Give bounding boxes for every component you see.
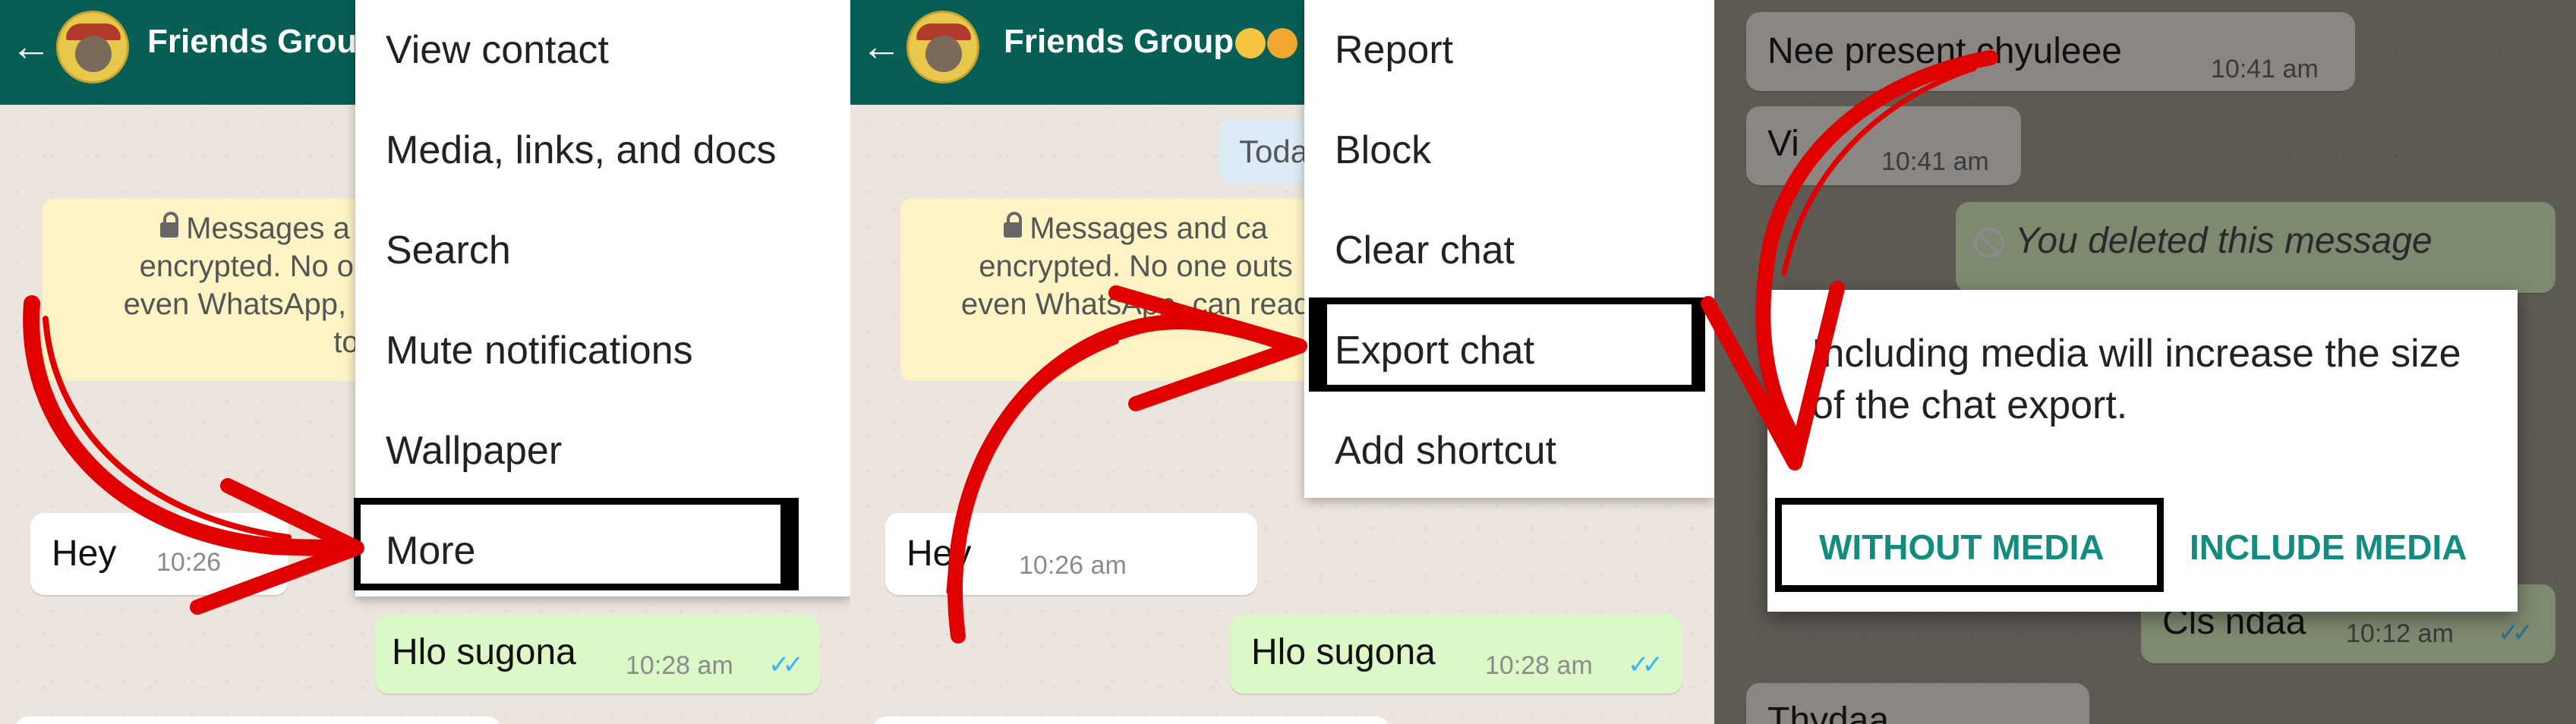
back-arrow-icon[interactable]: ←: [861, 26, 902, 67]
message-time: 10:26 am: [1019, 551, 1127, 580]
smiling-face-emoji-icon: [1235, 28, 1266, 59]
message-time: 10:12 am: [2346, 619, 2454, 648]
back-arrow-icon[interactable]: ←: [11, 26, 52, 67]
menu-item-view-contact[interactable]: View contact: [355, 0, 850, 100]
message-text: Hlo sugona: [1251, 632, 1436, 672]
menu-item-mute-notifications[interactable]: Mute notifications: [355, 301, 850, 401]
double-check-icon: ✓✓: [768, 650, 804, 679]
incoming-message[interactable]: Nee present chyuleee 10:41 am: [1746, 12, 2355, 91]
dialog-message: Including media will increase the size o…: [1811, 332, 2461, 427]
party-emoji-icon: [1267, 28, 1298, 59]
menu-item-wallpaper[interactable]: Wallpaper: [355, 401, 850, 501]
message-text: Hlo sugona: [392, 632, 576, 672]
banner-line: even WhatsApp, can read: [960, 288, 1311, 321]
lock-icon: [160, 212, 179, 238]
message-text: Thydaa: [1767, 700, 1890, 724]
menu-item-block[interactable]: Block: [1304, 100, 1714, 200]
incoming-message[interactable]: Thydaa: [1746, 683, 2089, 724]
menu-item-add-shortcut[interactable]: Add shortcut: [1304, 401, 1714, 501]
incoming-message[interactable]: [15, 716, 501, 724]
menu-item-search[interactable]: Search: [355, 200, 850, 301]
message-text: Vi: [1767, 124, 1799, 164]
avatar[interactable]: [906, 11, 979, 83]
ban-icon: [1974, 228, 2004, 259]
banner-line: encrypted. No one outs: [979, 250, 1293, 283]
message-time: 10:28 am: [1485, 651, 1593, 680]
highlight-box-more: [354, 498, 799, 590]
include-media-button[interactable]: INCLUDE MEDIA: [2190, 527, 2467, 568]
incoming-message[interactable]: Hey 10:26 am: [885, 513, 1257, 595]
incoming-message[interactable]: Vi 10:41 am: [1746, 106, 2021, 185]
chat-title-text: Friends Group: [1004, 23, 1234, 60]
banner-line: Messages and ca: [1029, 212, 1268, 245]
encryption-banner[interactable]: Messages and ca encrypted. No one outs e…: [900, 199, 1371, 381]
deleted-message-text: You deleted this message: [2015, 221, 2433, 261]
message-text: Hey: [52, 534, 117, 574]
outgoing-message[interactable]: Hlo sugona 10:28 am ✓✓: [1230, 615, 1682, 694]
double-check-icon: ✓✓: [2498, 619, 2533, 647]
chat-title[interactable]: Friends Group: [1004, 23, 1298, 61]
message-text: Nee present chyuleee: [1767, 31, 2122, 71]
message-text: You deleted this message: [1974, 220, 2433, 262]
panel-1: ← Friends Grou Messages a encrypted. No …: [0, 0, 850, 724]
menu-item-report[interactable]: Report: [1304, 0, 1714, 100]
double-check-icon: ✓✓: [1628, 650, 1663, 679]
lock-icon: [1004, 212, 1023, 238]
overflow-menu: Report Block Clear chat Export chat Add …: [1304, 0, 1714, 498]
menu-item-media-links-docs[interactable]: Media, links, and docs: [355, 100, 850, 200]
message-time: 10:41 am: [2211, 55, 2319, 83]
banner-line: Messages a: [186, 212, 350, 245]
avatar[interactable]: [56, 11, 129, 83]
menu-item-clear-chat[interactable]: Clear chat: [1304, 200, 1714, 301]
message-time: 10:26: [156, 548, 222, 577]
outgoing-message[interactable]: Hlo sugona 10:28 am ✓✓: [375, 615, 820, 694]
message-text: Hey: [906, 534, 972, 574]
chat-title[interactable]: Friends Grou: [147, 23, 357, 61]
message-time: 10:28 am: [626, 651, 733, 680]
incoming-message[interactable]: [873, 716, 1389, 724]
highlight-box-without-media: [1775, 498, 2164, 592]
panel-2: ← Friends Group Toda Messages and ca enc…: [850, 0, 1714, 724]
outgoing-message-deleted[interactable]: You deleted this message: [1956, 202, 2556, 293]
message-time: 10:41 am: [1881, 147, 1989, 176]
highlight-box-export-chat: [1309, 297, 1705, 392]
incoming-message[interactable]: Hey 10:26: [30, 513, 288, 595]
